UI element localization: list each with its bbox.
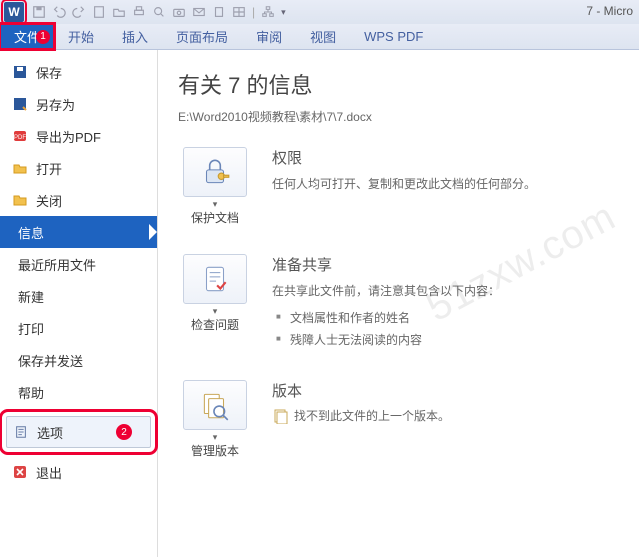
sidebar-item-open[interactable]: 打开	[0, 152, 157, 184]
backstage-content: 51zxw.com 有关 7 的信息 E:\Word2010视频教程\素材\7\…	[158, 50, 639, 557]
sidebar-label: 选项	[37, 423, 63, 442]
sidebar-item-send[interactable]: 保存并发送	[0, 344, 157, 376]
camera-icon[interactable]	[172, 5, 186, 19]
preview-icon[interactable]	[152, 5, 166, 19]
exit-icon	[12, 464, 28, 480]
permissions-heading: 权限	[272, 147, 536, 168]
button-label: 检查问题	[178, 316, 252, 333]
sidebar-item-exportpdf[interactable]: PDF 导出为PDF	[0, 120, 157, 152]
tab-insert[interactable]: 插入	[108, 24, 162, 49]
table-icon[interactable]	[232, 5, 246, 19]
folder-close-icon	[12, 192, 28, 208]
manage-versions-button[interactable]: 管理版本	[178, 380, 252, 459]
versions-desc: 找不到此文件的上一个版本。	[294, 407, 450, 424]
tab-file[interactable]: 文件 1	[0, 24, 54, 49]
protect-document-button[interactable]: 保护文档	[178, 147, 252, 226]
document-check-icon	[198, 262, 232, 296]
sidebar-item-close[interactable]: 关闭	[0, 184, 157, 216]
sidebar-label: 信息	[18, 223, 44, 242]
lock-key-icon	[198, 155, 232, 189]
sidebar-label: 打开	[36, 159, 62, 178]
save-icon[interactable]	[32, 5, 46, 19]
paste-icon[interactable]	[212, 5, 226, 19]
org-chart-icon[interactable]	[261, 5, 275, 19]
button-label: 管理版本	[178, 442, 252, 459]
app-word-icon: W	[4, 2, 24, 22]
sidebar-item-save[interactable]: 保存	[0, 56, 157, 88]
new-doc-icon[interactable]	[92, 5, 106, 19]
window-title: 7 - Micro	[586, 4, 633, 18]
sidebar-item-exit[interactable]: 退出	[0, 456, 157, 488]
tab-layout[interactable]: 页面布局	[162, 24, 242, 49]
button-label: 保护文档	[178, 209, 252, 226]
saveas-icon	[12, 96, 28, 112]
sidebar-label: 另存为	[36, 95, 75, 114]
quick-access-toolbar: | ▾	[32, 5, 286, 19]
sidebar-label: 保存	[36, 63, 62, 82]
options-icon	[13, 424, 29, 440]
sidebar-label: 导出为PDF	[36, 127, 101, 146]
sidebar-label: 退出	[36, 463, 62, 482]
version-doc-icon	[272, 408, 288, 424]
share-desc: 在共享此文件前，请注意其包含以下内容：	[272, 281, 500, 303]
backstage-sidebar: 保存 另存为 PDF 导出为PDF 打开 关闭 信息 最近所用文件 新建 打印 …	[0, 50, 158, 557]
annotation-badge-1: 1	[36, 30, 50, 44]
tab-home[interactable]: 开始	[54, 24, 108, 49]
sidebar-item-print[interactable]: 打印	[0, 312, 157, 344]
email-icon[interactable]	[192, 5, 206, 19]
sidebar-label: 关闭	[36, 191, 62, 210]
sidebar-item-recent[interactable]: 最近所用文件	[0, 248, 157, 280]
tab-wpspdf[interactable]: WPS PDF	[350, 24, 437, 49]
versions-heading: 版本	[272, 380, 450, 401]
sidebar-item-saveas[interactable]: 另存为	[0, 88, 157, 120]
page-title: 有关 7 的信息	[178, 68, 619, 100]
file-path: E:\Word2010视频教程\素材\7\7.docx	[178, 108, 619, 125]
share-heading: 准备共享	[272, 254, 500, 275]
versions-icon	[198, 388, 232, 422]
folder-open-icon	[12, 160, 28, 176]
svg-text:PDF: PDF	[14, 135, 26, 141]
share-bullet: 残障人士无法阅读的内容	[272, 329, 500, 352]
undo-icon[interactable]	[52, 5, 66, 19]
tab-review[interactable]: 审阅	[242, 24, 296, 49]
check-issues-button[interactable]: 检查问题	[178, 254, 252, 352]
annotation-badge-2: 2	[116, 424, 132, 440]
share-bullet: 文档属性和作者的姓名	[272, 307, 500, 330]
sidebar-item-options[interactable]: 选项 2	[6, 416, 151, 448]
redo-icon[interactable]	[72, 5, 86, 19]
open-icon[interactable]	[112, 5, 126, 19]
tab-view[interactable]: 视图	[296, 24, 350, 49]
sidebar-item-help[interactable]: 帮助	[0, 376, 157, 408]
sidebar-item-info[interactable]: 信息	[0, 216, 157, 248]
save-icon	[12, 64, 28, 80]
ribbon-tabs: 文件 1 开始 插入 页面布局 审阅 视图 WPS PDF	[0, 24, 639, 50]
sidebar-item-new[interactable]: 新建	[0, 280, 157, 312]
permissions-desc: 任何人均可打开、复制和更改此文档的任何部分。	[272, 174, 536, 196]
pdf-icon: PDF	[12, 128, 28, 144]
print-icon[interactable]	[132, 5, 146, 19]
